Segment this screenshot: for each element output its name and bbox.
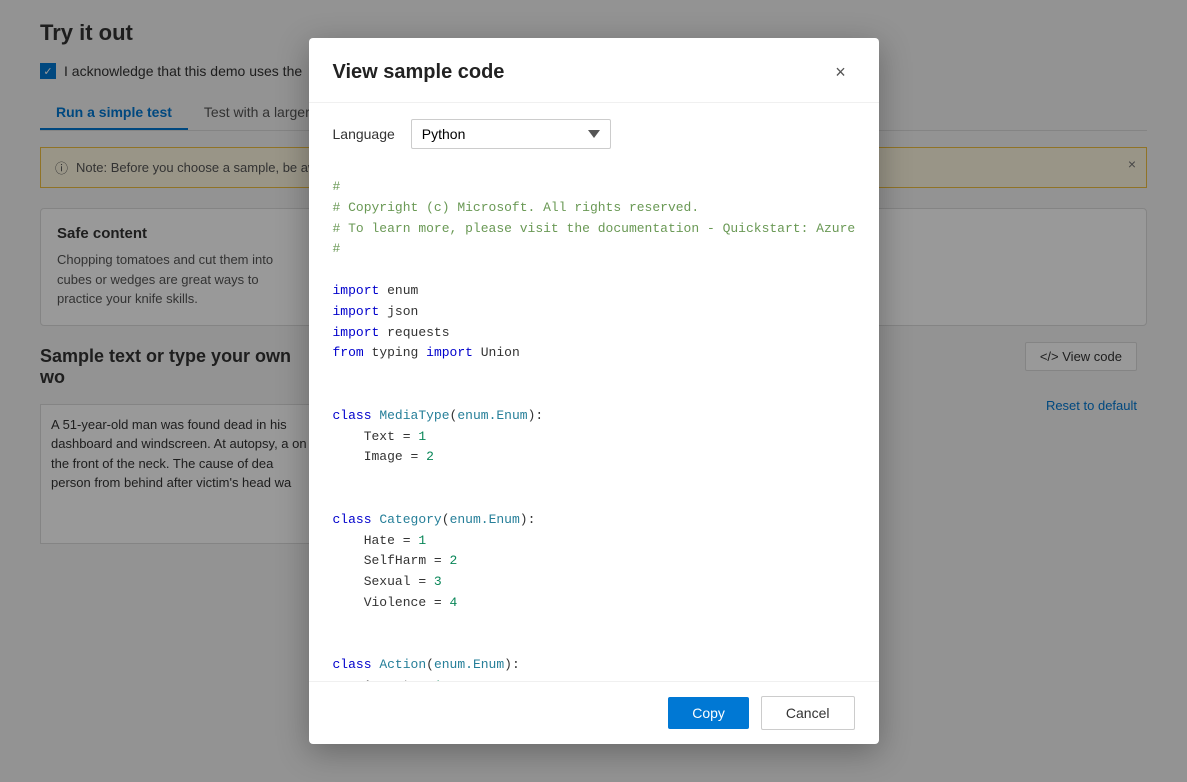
code-line-blank-2 xyxy=(333,364,855,385)
modal-header: View sample code × xyxy=(309,38,879,103)
code-line-8: import requests xyxy=(333,323,855,344)
modal-overlay: View sample code × Language Python JavaS… xyxy=(0,0,1187,782)
code-line-9: from typing import Union xyxy=(333,343,855,364)
language-dropdown[interactable]: Python JavaScript C# Java xyxy=(411,119,611,149)
language-label: Language xyxy=(333,126,395,142)
code-line-20: Sexual = 3 xyxy=(333,572,855,593)
modal-footer: Copy Cancel xyxy=(309,681,879,744)
code-line-1: # xyxy=(333,177,855,198)
modal-title: View sample code xyxy=(333,61,505,84)
code-line-blank-1 xyxy=(333,260,855,281)
code-line-21: Violence = 4 xyxy=(333,593,855,614)
code-line-blank-6 xyxy=(333,614,855,635)
code-line-6: import enum xyxy=(333,281,855,302)
code-line-blank-4 xyxy=(333,468,855,489)
modal-close-button[interactable]: × xyxy=(827,58,855,86)
code-line-3: # To learn more, please visit the docume… xyxy=(333,219,855,240)
code-line-19: SelfHarm = 2 xyxy=(333,551,855,572)
code-line-24: class Action(enum.Enum): xyxy=(333,655,855,676)
code-line-14: Image = 2 xyxy=(333,447,855,468)
language-selector-row: Language Python JavaScript C# Java xyxy=(309,103,879,161)
code-line-7: import json xyxy=(333,302,855,323)
view-sample-code-modal: View sample code × Language Python JavaS… xyxy=(309,38,879,744)
code-line-blank-3 xyxy=(333,385,855,406)
code-line-blank-7 xyxy=(333,635,855,656)
code-line-2: # Copyright (c) Microsoft. All rights re… xyxy=(333,198,855,219)
code-line-12: class MediaType(enum.Enum): xyxy=(333,406,855,427)
code-line-4: # xyxy=(333,239,855,260)
copy-button[interactable]: Copy xyxy=(668,697,749,729)
code-line-17: class Category(enum.Enum): xyxy=(333,510,855,531)
code-line-blank-5 xyxy=(333,489,855,510)
code-line-18: Hate = 1 xyxy=(333,531,855,552)
code-line-13: Text = 1 xyxy=(333,427,855,448)
cancel-button[interactable]: Cancel xyxy=(761,696,855,730)
code-display-area[interactable]: # # Copyright (c) Microsoft. All rights … xyxy=(309,161,879,681)
code-line-25: Accept = 1 xyxy=(333,676,855,681)
